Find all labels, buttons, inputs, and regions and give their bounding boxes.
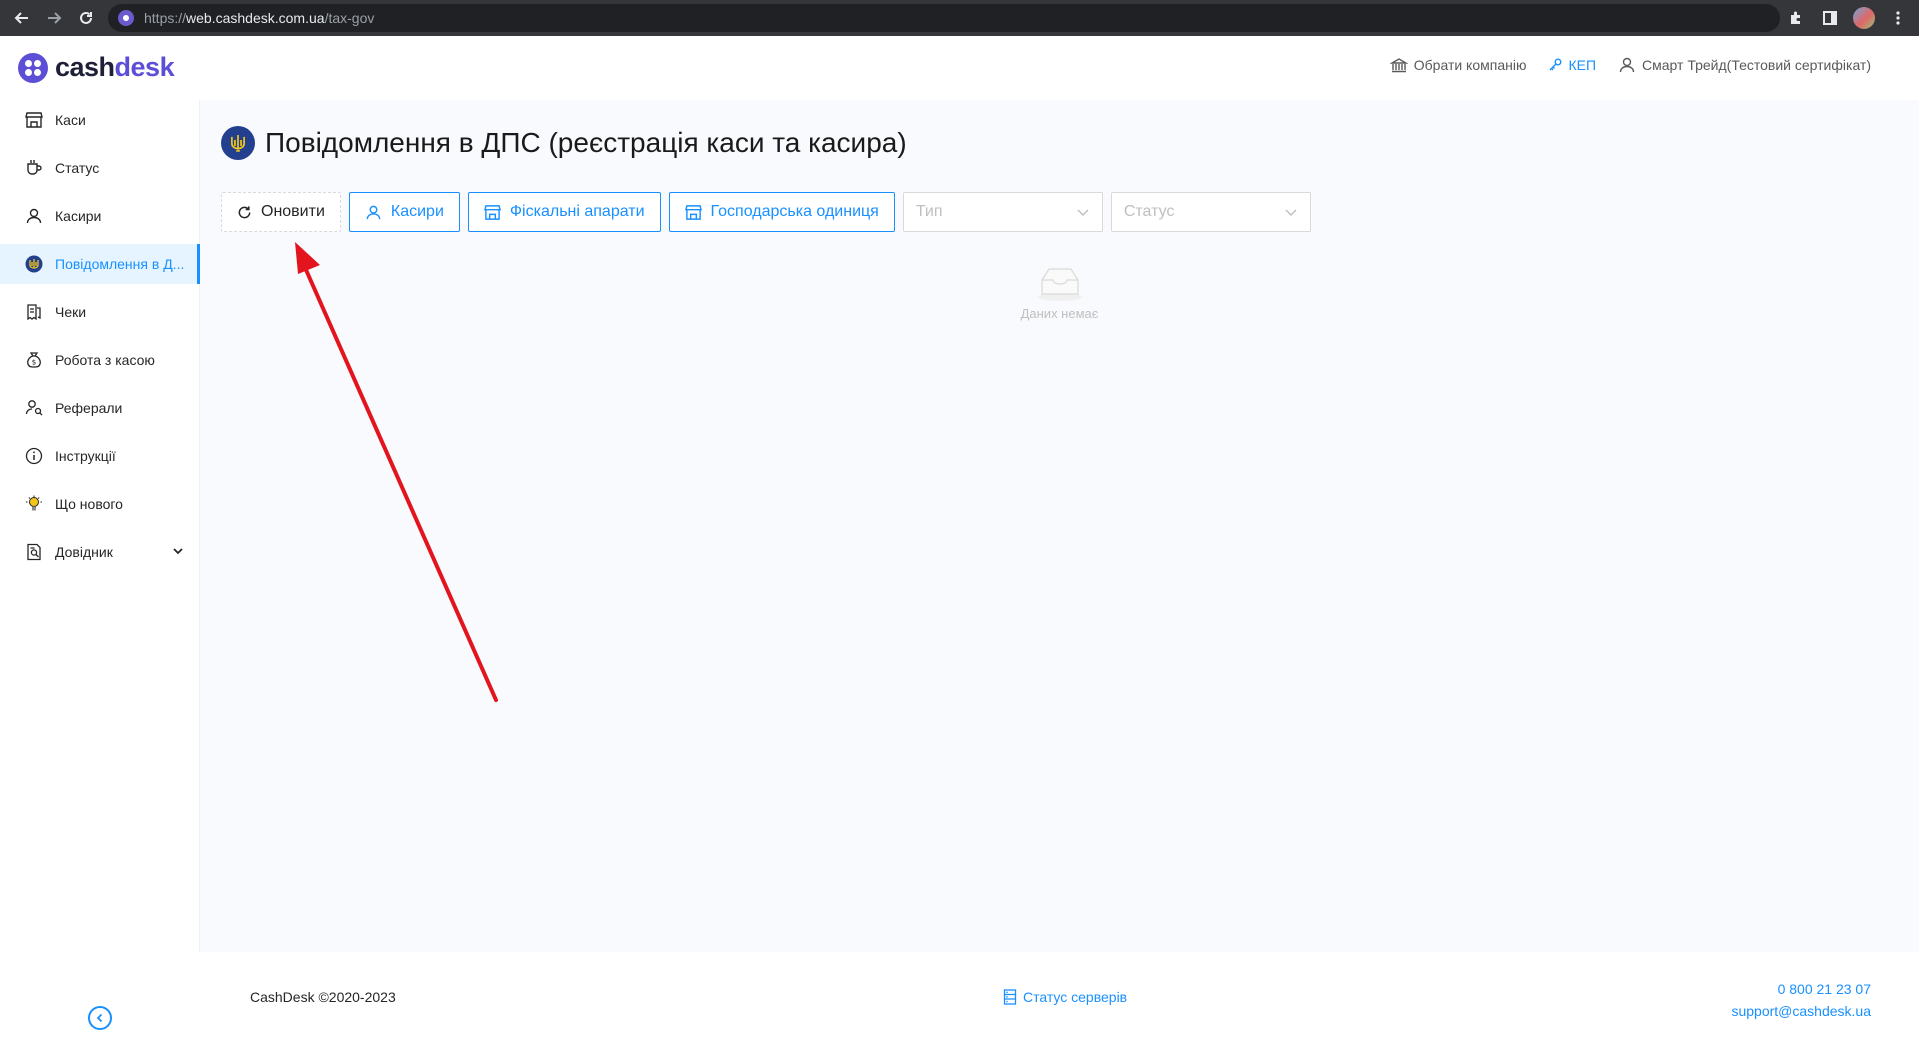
business-unit-label: Господарська одиниця — [710, 203, 879, 220]
sidebar-item-label: Реферали — [55, 400, 123, 416]
status-select[interactable]: Статус — [1110, 192, 1311, 232]
sidebar-item-label: Довідник — [55, 544, 113, 560]
sidebar-item-label: Що нового — [55, 496, 123, 512]
footer: CashDesk ©2020-2023 Статус серверів 0 80… — [200, 952, 1919, 1040]
fiscal-devices-button[interactable]: Фіскальні апарати — [467, 192, 661, 232]
sidebar-item-label: Каси — [55, 112, 86, 128]
sidebar-item-label: Статус — [55, 160, 100, 176]
logo-mark-icon — [18, 52, 48, 83]
type-select-placeholder: Тип — [915, 203, 943, 220]
logo-text: cashdesk — [55, 52, 175, 82]
cashiers-button[interactable]: Касири — [348, 192, 460, 232]
reference-book-icon — [24, 542, 44, 562]
sidebar-item-label: Касири — [55, 208, 102, 224]
page-header: Повідомлення в ДПС (реєстрація каси та к… — [221, 126, 907, 160]
user-name: Смарт Трейд(Тестовий сертифікат) — [1642, 57, 1871, 73]
sidebar-item-cashiers[interactable]: Касири — [0, 196, 199, 236]
empty-inbox-icon — [1037, 268, 1082, 301]
sidebar-item-reference[interactable]: Довідник — [0, 532, 199, 572]
user-icon — [365, 204, 382, 221]
coffee-cup-icon — [24, 158, 44, 178]
chrome-menu-icon[interactable] — [1887, 4, 1909, 32]
url-text: https://web.cashdesk.com.ua/tax-gov — [144, 10, 375, 26]
extensions-icon[interactable] — [1785, 4, 1807, 32]
trident-icon — [24, 254, 44, 274]
sidebar-item-whats-new[interactable]: Що нового — [0, 484, 199, 524]
copyright-text: CashDesk ©2020-2023 — [250, 989, 396, 1005]
sidebar-item-receipts[interactable]: Чеки — [0, 292, 199, 332]
toolbar: Оновити Касири Фіскальні апарати Господа… — [221, 192, 1311, 232]
chevron-down-icon — [1076, 205, 1090, 224]
store-icon — [483, 204, 501, 221]
trident-icon — [221, 126, 255, 160]
sidebar-item-instructions[interactable]: Інструкції — [0, 436, 199, 476]
user-menu[interactable]: Смарт Трейд(Тестовий сертифікат) — [1618, 56, 1871, 74]
empty-state-text: Даних немає — [1020, 306, 1099, 321]
sidebar: Каси Статус Касири Повідомлення в Д... Ч… — [0, 100, 200, 952]
profile-avatar[interactable] — [1853, 7, 1875, 29]
choose-company-link[interactable]: Обрати компанію — [1389, 56, 1527, 74]
main-content: Повідомлення в ДПС (реєстрація каси та к… — [200, 100, 1919, 952]
key-icon — [1549, 58, 1562, 71]
server-status-link[interactable]: Статус серверів — [1003, 989, 1127, 1005]
user-icon — [1619, 57, 1635, 73]
bank-icon — [1389, 58, 1408, 73]
sidebar-item-label: Робота з касою — [55, 352, 155, 368]
fiscal-devices-label: Фіскальні апарати — [509, 203, 645, 220]
money-bag-icon: $ — [24, 350, 44, 370]
svg-text:$: $ — [32, 359, 36, 367]
sidebar-item-kasy[interactable]: Каси — [0, 100, 199, 140]
empty-state: Даних немає — [200, 264, 1919, 321]
reload-icon[interactable] — [70, 2, 102, 34]
site-info-icon[interactable] — [118, 10, 134, 26]
cashiers-label: Касири — [390, 203, 444, 220]
user-icon — [24, 206, 44, 226]
browser-toolbar: https://web.cashdesk.com.ua/tax-gov — [0, 0, 1919, 36]
refresh-icon — [237, 205, 252, 220]
kep-label: КЕП — [1568, 57, 1597, 73]
page-title: Повідомлення в ДПС (реєстрація каси та к… — [265, 127, 907, 158]
header-actions: Обрати компанію КЕП Смарт Трейд(Тестовий… — [1389, 56, 1871, 74]
chevron-down-icon — [1284, 205, 1298, 224]
forward-icon[interactable] — [38, 2, 70, 34]
support-contacts: 0 800 21 23 07 support@cashdesk.ua — [1731, 978, 1871, 1022]
address-bar[interactable]: https://web.cashdesk.com.ua/tax-gov — [108, 4, 1780, 32]
server-status-label: Статус серверів — [1023, 989, 1128, 1005]
sidebar-item-referrals[interactable]: Реферали — [0, 388, 199, 428]
collapse-sidebar-icon[interactable] — [88, 1006, 112, 1030]
refresh-button[interactable]: Оновити — [221, 192, 341, 232]
server-icon — [1003, 989, 1017, 1005]
kep-link[interactable]: КЕП — [1548, 57, 1596, 73]
refresh-label: Оновити — [261, 203, 325, 220]
type-select[interactable]: Тип — [902, 192, 1103, 232]
support-phone-link[interactable]: 0 800 21 23 07 — [1731, 978, 1871, 1000]
back-icon[interactable] — [6, 2, 38, 34]
sidebar-item-label: Інструкції — [55, 448, 116, 464]
store-icon — [24, 110, 44, 130]
sidebar-item-label: Чеки — [55, 304, 87, 320]
referrals-icon — [24, 398, 44, 418]
sidebar-item-label: Повідомлення в Д... — [55, 256, 185, 272]
choose-company-label: Обрати компанію — [1413, 57, 1527, 73]
store-icon — [684, 204, 702, 221]
cashdesk-logo[interactable]: cashdesk — [18, 52, 175, 83]
info-icon — [24, 446, 44, 466]
receipts-icon — [24, 302, 44, 322]
support-email-link[interactable]: support@cashdesk.ua — [1731, 1000, 1871, 1022]
business-unit-button[interactable]: Господарська одиниця — [668, 192, 895, 232]
lightbulb-icon — [24, 494, 44, 514]
chevron-down-icon[interactable] — [173, 545, 183, 559]
status-select-placeholder: Статус — [1123, 203, 1175, 220]
sidebar-item-tax-notifications[interactable]: Повідомлення в Д... — [0, 244, 200, 284]
side-panel-icon[interactable] — [1819, 4, 1841, 32]
sidebar-item-status[interactable]: Статус — [0, 148, 199, 188]
sidebar-item-cash-operations[interactable]: $ Робота з касою — [0, 340, 199, 380]
